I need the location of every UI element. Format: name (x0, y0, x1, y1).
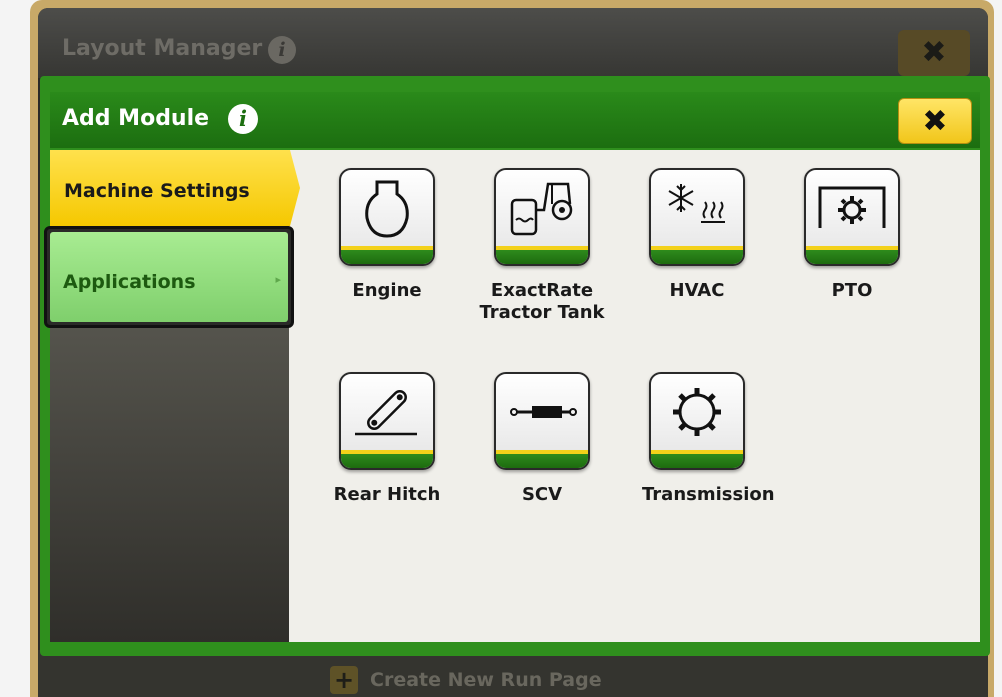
layout-manager-info-icon[interactable]: i (268, 36, 296, 64)
module-button[interactable] (649, 168, 745, 266)
module-label: Engine (352, 280, 422, 301)
tractor-tank-icon (510, 182, 573, 236)
module-label: Transmission (642, 484, 775, 505)
module-transmission[interactable]: Transmission (642, 372, 775, 506)
module-button[interactable] (339, 168, 435, 266)
module-pto[interactable]: PTO (797, 168, 907, 302)
module-engine[interactable]: Engine (332, 168, 442, 302)
create-run-page-button[interactable]: + Create New Run Page (330, 666, 602, 694)
dialog-body: Machine Settings Applications ▸ Engine E… (44, 150, 980, 642)
module-button[interactable] (494, 372, 590, 470)
module-label: SCV (521, 484, 563, 505)
module-label: Rear Hitch (333, 484, 441, 505)
dialog-title: Add Module (62, 106, 210, 131)
tab-label: Applications (63, 271, 196, 293)
module-hvac[interactable]: HVAC (642, 168, 752, 302)
layout-manager-title: Layout Manager (62, 36, 263, 61)
module-rear-hitch[interactable]: Rear Hitch (332, 372, 442, 506)
hvac-icon (668, 184, 725, 223)
add-module-header: Add Module i ✖ (50, 92, 980, 148)
transmission-icon (673, 388, 721, 436)
engine-icon (365, 180, 409, 238)
layout-manager-close-button[interactable]: ✖ (898, 30, 970, 76)
pto-icon (818, 186, 886, 228)
info-icon[interactable]: i (228, 104, 258, 134)
tab-machine-settings[interactable]: Machine Settings (50, 150, 300, 226)
category-sidebar: Machine Settings Applications ▸ (44, 150, 300, 642)
module-button[interactable] (649, 372, 745, 470)
close-button[interactable]: ✖ (898, 98, 972, 144)
layout-manager-header: Layout Manager i ✖ (38, 8, 988, 78)
module-scv[interactable]: SCV (487, 372, 597, 506)
module-exactrate-tractor-tank[interactable]: ExactRate Tractor Tank (480, 168, 605, 324)
layout-manager-footer: + Create New Run Page (38, 650, 988, 697)
chevron-right-icon: ▸ (275, 273, 281, 286)
plus-icon: + (330, 666, 358, 694)
module-label: ExactRate Tractor Tank (479, 280, 605, 323)
module-button[interactable] (804, 168, 900, 266)
module-button[interactable] (494, 168, 590, 266)
add-module-dialog: Add Module i ✖ Machine Settings Applicat… (40, 76, 990, 656)
tab-applications[interactable]: Applications ▸ (44, 226, 294, 328)
tab-label: Machine Settings (64, 180, 250, 202)
module-button[interactable] (339, 372, 435, 470)
create-run-page-label: Create New Run Page (370, 669, 602, 691)
rear-hitch-icon (355, 390, 417, 436)
module-label: HVAC (669, 280, 725, 301)
module-label: PTO (831, 280, 873, 301)
scv-icon (510, 406, 577, 418)
